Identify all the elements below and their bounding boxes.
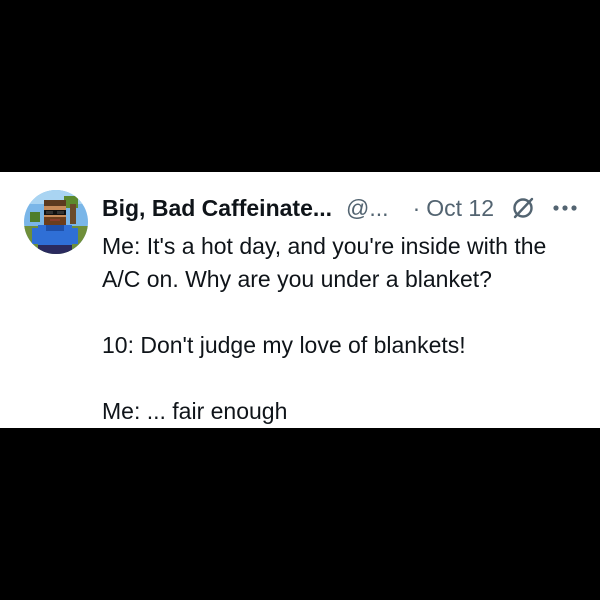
author-display-name[interactable]: Big, Bad Caffeinate... <box>102 195 332 222</box>
tweet-text-line: Me: It's a hot day, and you're inside wi… <box>102 233 547 259</box>
tweet-timestamp[interactable]: Oct 12 <box>426 195 494 222</box>
more-options-icon[interactable] <box>552 204 578 212</box>
pixel-art-avatar-icon <box>24 190 88 254</box>
tweet-text-line: A/C on. Why are you under a blanket? <box>102 266 492 292</box>
tweet-text-line: 10: Don't judge my love of blankets! <box>102 332 466 358</box>
tweet-header: Big, Bad Caffeinate... @... · Oct 12 <box>102 190 580 226</box>
header-separator: · <box>412 194 421 221</box>
screenshot-frame: Big, Bad Caffeinate... @... · Oct 12 Me:… <box>0 0 600 600</box>
avatar[interactable] <box>24 190 88 254</box>
tweet-text-line: Me: ... fair enough <box>102 398 288 424</box>
grok-icon[interactable] <box>510 195 536 221</box>
tweet-card[interactable]: Big, Bad Caffeinate... @... · Oct 12 Me:… <box>0 172 600 428</box>
tweet-body: Me: It's a hot day, and you're inside wi… <box>102 230 586 428</box>
author-handle[interactable]: @... <box>346 195 389 222</box>
